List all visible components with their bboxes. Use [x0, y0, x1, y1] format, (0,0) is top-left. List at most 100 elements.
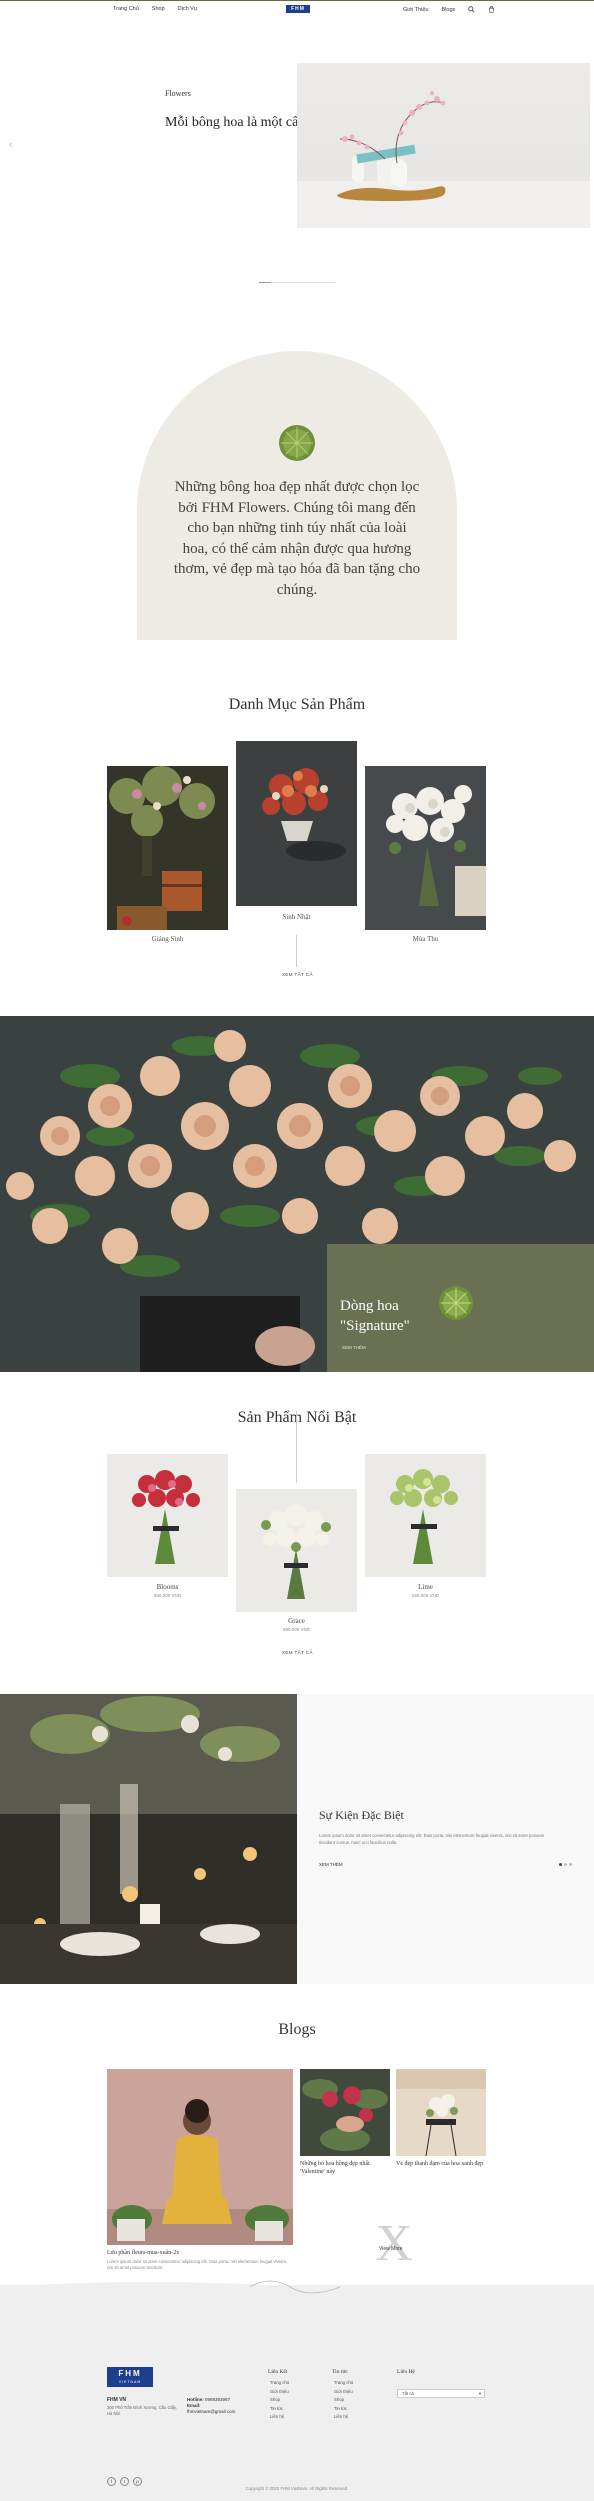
- nav-blogs[interactable]: Blogs: [442, 7, 456, 13]
- blog-post-excerpt-1: Lorem ipsum dolor sit amet consectetur a…: [107, 2259, 288, 2270]
- footer-link[interactable]: Trang chủ: [334, 2379, 353, 2388]
- footer-link[interactable]: Giới thiệu: [334, 2388, 353, 2397]
- nav-shop[interactable]: Shop: [152, 6, 165, 12]
- event-panel: Sự Kiện Đặc Biệt Lorem ipsum dolor sit a…: [297, 1694, 594, 1984]
- footer-select-value: Tất cả: [402, 2391, 414, 2396]
- site-header: Trang Chủ Shop Dịch Vụ FHM Giới Thiệu Bl…: [0, 0, 594, 18]
- product-name-lime[interactable]: Lime: [365, 1583, 486, 1591]
- blog-post-image-3[interactable]: [396, 2069, 486, 2156]
- footer-col2-list: Trang chủ Giới thiệu Shop Tin tức Liên h…: [334, 2379, 353, 2422]
- categories-title: Danh Mục Sản Phẩm: [228, 696, 366, 713]
- footer-col3-title: Liên Hệ: [397, 2369, 415, 2375]
- product-name-blooms[interactable]: Blooms: [107, 1583, 228, 1591]
- blog-post-title-1[interactable]: Lưu phần fleurs-mua-xuân-2x: [107, 2250, 293, 2258]
- category-card-christmas[interactable]: [107, 766, 228, 930]
- blog-post-image-1[interactable]: [107, 2069, 293, 2245]
- header-logo[interactable]: FHM: [286, 5, 310, 13]
- event-title: Sự Kiện Đặc Biệt: [319, 1808, 404, 1822]
- email-value[interactable]: fhmvietnam@gmail.com: [187, 2409, 235, 2415]
- cart-icon[interactable]: [488, 6, 495, 13]
- intro-arch: Những bông hoa đẹp nhất được chọn lọc bở…: [137, 351, 457, 640]
- blog-post-title-2[interactable]: Những bó hoa hồng đẹp nhất 'Valentine' n…: [300, 2161, 390, 2176]
- event-description: Lorem ipsum dolor sit amet consectetur a…: [319, 1833, 545, 1845]
- green-ball-icon: [277, 423, 317, 463]
- page: Trang Chủ Shop Dịch Vụ FHM Giới Thiệu Bl…: [0, 0, 594, 2501]
- intro-text: Những bông hoa đẹp nhất được chọn lọc bở…: [173, 479, 421, 598]
- nav-right: Giới Thiệu Blogs: [403, 6, 495, 13]
- slider-dot[interactable]: [564, 1863, 567, 1866]
- slider-dot[interactable]: [559, 1863, 562, 1866]
- blogs-view-more-glyph: X: [375, 2216, 413, 2266]
- signature-title: Dòng hoa "Signature": [340, 1298, 410, 1334]
- product-price-grace: 680.000 VND: [282, 1627, 311, 1632]
- product-price-lime: 550.000 VND: [411, 1593, 440, 1598]
- blogs-title: Blogs: [278, 2021, 316, 2038]
- facebook-icon[interactable]: f: [107, 2477, 116, 2486]
- signature-view-more-link[interactable]: XEM THÊM: [342, 1345, 366, 1350]
- featured-title: Sản Phẩm Nổi Bật: [237, 1409, 357, 1426]
- blogs-view-more-x[interactable]: X: [372, 2215, 416, 2272]
- footer-contact: Hotline: 0989393987 Email: fhmvietnam@gm…: [187, 2397, 235, 2415]
- featured-view-all-link[interactable]: XEM TẤT CẢ: [282, 1650, 313, 1655]
- event-slider-dots: [559, 1863, 572, 1866]
- category-card-birthday[interactable]: [236, 741, 357, 906]
- footer-col2-title: Tin tức: [332, 2369, 348, 2375]
- green-ball-icon: [437, 1284, 475, 1322]
- category-card-autumn[interactable]: [365, 766, 486, 930]
- product-name-grace[interactable]: Grace: [236, 1617, 357, 1625]
- hero-slide-progress: [259, 282, 335, 283]
- footer-link[interactable]: Trang chủ: [270, 2379, 289, 2388]
- footer-logo[interactable]: FHM VIETNAM: [107, 2367, 153, 2387]
- footer-link[interactable]: Tin tức: [270, 2405, 289, 2414]
- nav-left: Trang Chủ Shop Dịch Vụ: [113, 6, 197, 12]
- footer-address: 300 Phố Trần Đình Xương, Cầu Giấy, Hà Nộ…: [107, 2405, 177, 2416]
- footer-logo-text: FHM: [118, 2369, 142, 2378]
- chevron-down-icon: ▾: [478, 2391, 481, 2396]
- footer-wave-divider: [0, 2280, 594, 2297]
- search-icon[interactable]: [468, 6, 475, 13]
- event-view-more-link[interactable]: XEM THÊM: [319, 1862, 343, 1867]
- event-image: [0, 1694, 297, 1984]
- twitter-icon[interactable]: t: [120, 2477, 129, 2486]
- blog-post-image-2[interactable]: [300, 2069, 390, 2156]
- categories-view-all-link[interactable]: XEM TẤT CẢ: [282, 972, 313, 977]
- nav-services[interactable]: Dịch Vụ: [178, 6, 197, 12]
- categories-divider: [296, 935, 297, 967]
- footer-copyright: Copyright © 2020 FHM VietNam. All Rights…: [245, 2486, 349, 2491]
- product-card-blooms[interactable]: [107, 1454, 228, 1577]
- footer-link[interactable]: Shop: [334, 2396, 353, 2405]
- featured-divider: [296, 1411, 297, 1483]
- blogs-view-more-label[interactable]: View More: [379, 2246, 403, 2252]
- category-label-birthday[interactable]: Sinh Nhật: [236, 913, 357, 921]
- signature-panel: Dòng hoa "Signature" XEM THÊM: [327, 1244, 594, 1372]
- footer-link[interactable]: Liên hệ: [270, 2413, 289, 2422]
- hotline-value[interactable]: 0989393987: [205, 2397, 230, 2402]
- footer-select[interactable]: Tất cả ▾: [397, 2389, 485, 2398]
- hotline-label: Hotline:: [187, 2397, 204, 2402]
- hero-image: [297, 63, 590, 228]
- footer-col1-list: Trang chủ Giới thiệu Shop Tin tức Liên h…: [270, 2379, 289, 2422]
- category-label-autumn[interactable]: Mùa Thu: [365, 935, 486, 943]
- slider-dot[interactable]: [569, 1863, 572, 1866]
- footer-company-name: FHM VN: [107, 2397, 127, 2403]
- footer-col1-title: Liên Kết: [268, 2369, 288, 2375]
- hero-prev-arrow[interactable]: ‹: [9, 140, 17, 151]
- category-label-christmas[interactable]: Giáng Sinh: [107, 935, 228, 943]
- footer-link[interactable]: Shop: [270, 2396, 289, 2405]
- nav-home[interactable]: Trang Chủ: [113, 6, 139, 12]
- site-footer: FHM VIETNAM FHM VN 300 Phố Trần Đình Xươ…: [0, 2280, 594, 2501]
- product-card-grace[interactable]: [236, 1489, 357, 1612]
- product-price-blooms: 650.000 VND: [153, 1593, 182, 1598]
- hero-slide-progress-fill: [259, 282, 272, 283]
- email-label: Email:: [187, 2403, 201, 2408]
- nav-about[interactable]: Giới Thiệu: [403, 7, 429, 13]
- pinterest-icon[interactable]: p: [133, 2477, 142, 2486]
- footer-social: f t p: [107, 2477, 142, 2486]
- product-card-lime[interactable]: [365, 1454, 486, 1577]
- footer-link[interactable]: Giới thiệu: [270, 2388, 289, 2397]
- blog-post-title-3[interactable]: Vẻ đẹp thanh đạm của hoa xanh đẹp: [396, 2161, 486, 2169]
- footer-link[interactable]: Liên hệ: [334, 2413, 353, 2422]
- footer-link[interactable]: Tin tức: [334, 2405, 353, 2414]
- hero-subtitle: Flowers: [165, 89, 191, 98]
- footer-logo-subtext: VIETNAM: [118, 2380, 142, 2384]
